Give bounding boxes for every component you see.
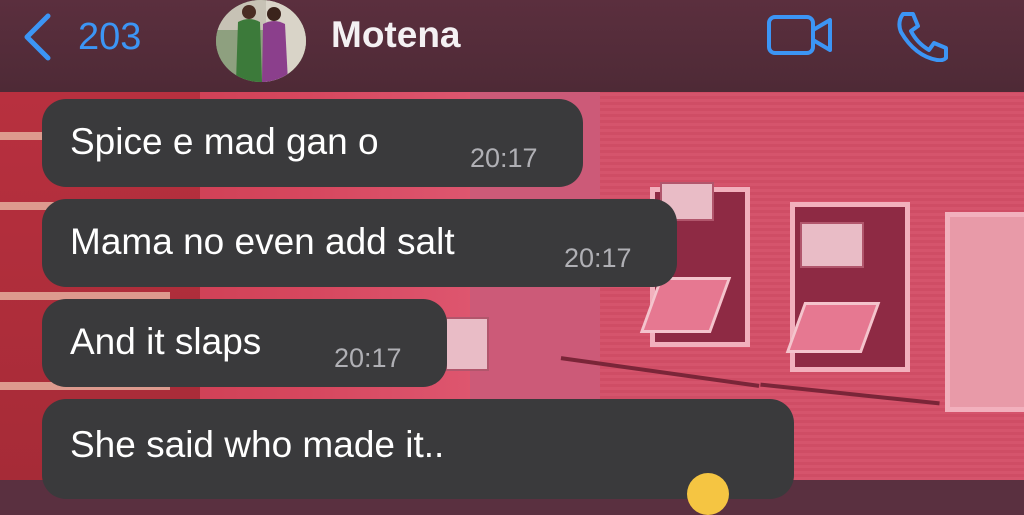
message-text: She said who made it.. xyxy=(70,424,445,465)
avatar[interactable] xyxy=(216,0,306,82)
chevron-left-icon xyxy=(22,13,52,61)
message-text: And it slaps xyxy=(70,321,262,362)
message-bubble[interactable]: Spice e mad gan o 20:17 xyxy=(42,99,583,187)
message-text: Spice e mad gan o xyxy=(70,121,379,162)
back-button[interactable]: 203 xyxy=(22,12,141,62)
wallpaper-ac-unit xyxy=(800,222,864,268)
video-camera-icon xyxy=(766,15,834,62)
unread-count: 203 xyxy=(78,15,142,58)
wallpaper-ac-unit xyxy=(445,317,489,371)
phone-icon xyxy=(893,12,953,66)
video-call-button[interactable] xyxy=(766,12,834,63)
message-bubble[interactable]: Mama no even add salt 20:17 xyxy=(42,199,677,287)
message-text: Mama no even add salt xyxy=(70,221,455,262)
wallpaper-window xyxy=(945,212,1024,412)
contact-name[interactable]: Motena xyxy=(331,14,461,56)
chat-header: 203 Motena xyxy=(0,0,1024,92)
message-bubble[interactable]: And it slaps 20:17 xyxy=(42,299,447,387)
emoji-icon xyxy=(687,473,729,515)
message-time: 20:17 xyxy=(470,143,538,173)
message-bubble[interactable]: She said who made it.. xyxy=(42,399,794,515)
message-time: 20:17 xyxy=(334,343,402,373)
message-time: 20:17 xyxy=(564,243,632,273)
voice-call-button[interactable] xyxy=(893,10,953,67)
